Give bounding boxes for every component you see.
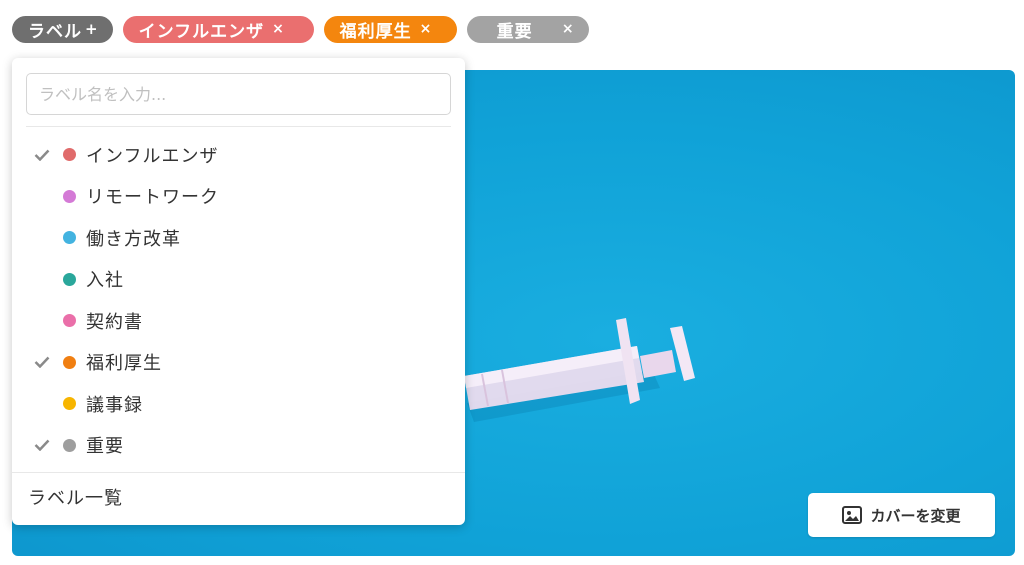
label-editor-page: ラベル + インフルエンザ × 福利厚生 × 重要 × カバーを変更 ラベル名を…	[0, 0, 1024, 565]
color-dot	[63, 231, 76, 245]
label-chip-text: 重要	[496, 21, 533, 42]
color-dot	[63, 148, 76, 162]
color-dot	[63, 438, 76, 452]
label-list: インフルエンザ リモートワーク 働き方改革 入社 契約書 福利厚生 議事録 重要	[12, 134, 465, 466]
color-dot	[63, 397, 76, 411]
check-icon	[34, 437, 50, 453]
label-chip-bar: ラベル + インフルエンザ × 福利厚生 × 重要 ×	[12, 15, 589, 43]
label-option-welfare[interactable]: 福利厚生	[12, 342, 465, 384]
label-option-work-style-reform[interactable]: 働き方改革	[12, 217, 465, 259]
color-dot	[63, 314, 76, 328]
add-label-text: ラベル	[28, 21, 82, 42]
label-option-remote-work[interactable]: リモートワーク	[12, 176, 465, 218]
check-icon	[34, 354, 50, 370]
plus-icon: +	[85, 20, 99, 38]
label-option-text: 入社	[86, 270, 124, 292]
color-dot	[63, 189, 76, 203]
label-chip-influenza: インフルエンザ ×	[122, 15, 314, 43]
label-option-minutes[interactable]: 議事録	[12, 383, 465, 425]
label-option-important[interactable]: 重要	[12, 425, 465, 467]
check-icon	[34, 147, 50, 163]
label-option-text: 契約書	[86, 311, 143, 333]
label-chip-text: 福利厚生	[339, 21, 412, 42]
label-search-input[interactable]	[26, 73, 451, 115]
change-cover-label: カバーを変更	[870, 506, 961, 525]
remove-label-icon[interactable]: ×	[272, 21, 285, 37]
label-option-influenza[interactable]: インフルエンザ	[12, 134, 465, 176]
label-option-joining[interactable]: 入社	[12, 259, 465, 301]
color-dot	[63, 272, 76, 286]
label-chip-welfare: 福利厚生 ×	[323, 15, 457, 43]
label-dropdown: インフルエンザ リモートワーク 働き方改革 入社 契約書	[12, 58, 465, 525]
label-option-text: 重要	[86, 436, 124, 458]
add-label-chip[interactable]: ラベル +	[12, 15, 113, 43]
remove-label-icon[interactable]: ×	[562, 21, 575, 37]
label-option-contract[interactable]: 契約書	[12, 300, 465, 342]
change-cover-button[interactable]: カバーを変更	[808, 493, 995, 537]
label-list-link[interactable]: ラベル一覧	[28, 484, 123, 510]
label-option-text: 福利厚生	[86, 353, 162, 375]
color-dot	[63, 355, 76, 369]
image-icon	[842, 506, 863, 524]
divider	[26, 126, 451, 127]
label-chip-text: インフルエンザ	[138, 21, 265, 42]
divider	[12, 472, 465, 473]
label-option-text: インフルエンザ	[86, 145, 219, 167]
label-chip-important: 重要 ×	[466, 15, 589, 43]
label-option-text: 働き方改革	[86, 228, 181, 250]
label-option-text: 議事録	[86, 394, 143, 416]
remove-label-icon[interactable]: ×	[420, 21, 433, 37]
label-option-text: リモートワーク	[86, 187, 219, 209]
